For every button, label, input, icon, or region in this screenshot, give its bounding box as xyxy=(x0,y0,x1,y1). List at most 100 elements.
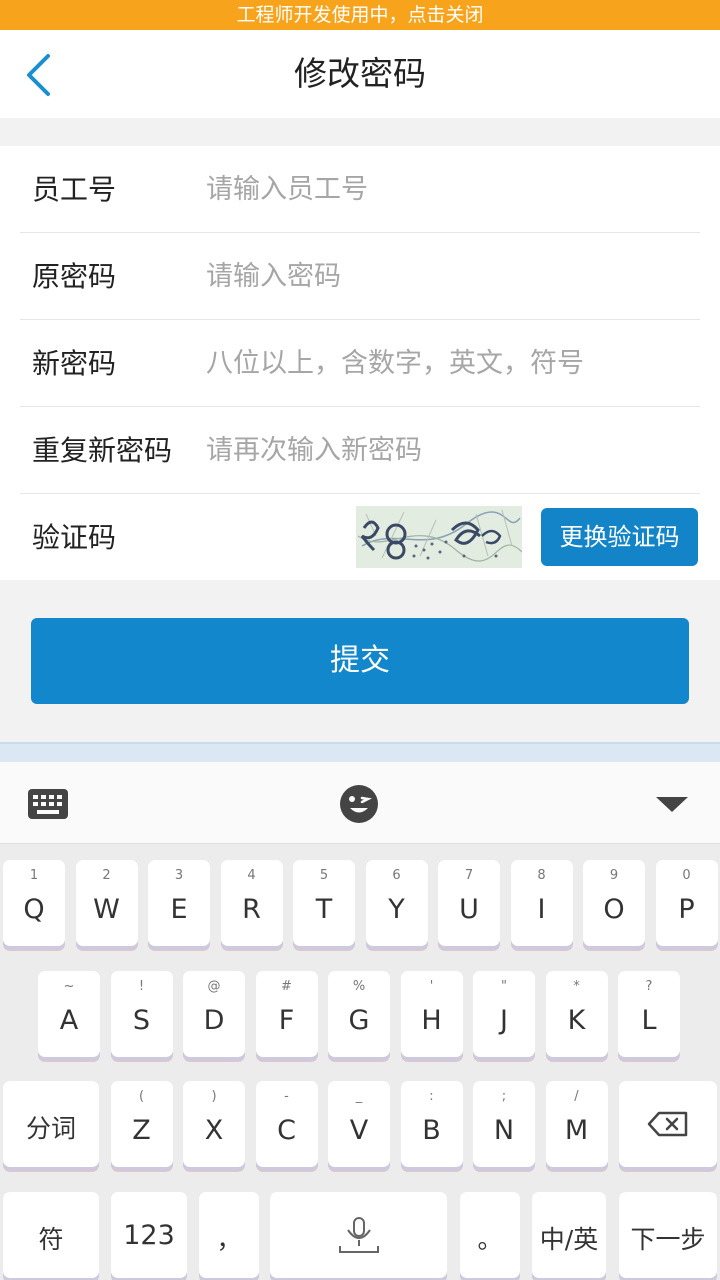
new-password-label: 新密码 xyxy=(32,347,117,380)
employee-id-input[interactable] xyxy=(206,164,700,214)
key-label: N xyxy=(493,1115,515,1146)
key-label: R xyxy=(242,894,261,925)
key-i[interactable]: 8I xyxy=(510,860,573,946)
key-l[interactable]: ? L xyxy=(618,971,680,1057)
key-label: K xyxy=(567,1005,586,1036)
key-label: Y xyxy=(388,894,405,925)
key-m[interactable]: / M xyxy=(545,1081,608,1167)
key-label: W xyxy=(93,894,120,925)
space-key[interactable] xyxy=(270,1192,447,1278)
captcha-label: 验证码 xyxy=(32,521,117,554)
backspace-key[interactable] xyxy=(619,1081,717,1167)
page-title: 修改密码 xyxy=(294,54,426,93)
language-switch-key[interactable]: 中/英 xyxy=(532,1192,606,1278)
key-hint: / xyxy=(574,1089,579,1104)
captcha-noise-graphic xyxy=(356,506,522,568)
segment-key[interactable]: 分词 xyxy=(3,1081,99,1167)
key-label: 符 xyxy=(38,1225,64,1254)
key-u[interactable]: 7U xyxy=(438,860,500,946)
dev-mode-banner[interactable]: 工程师开发使用中，点击关闭 xyxy=(0,0,720,30)
key-hint: 5 xyxy=(319,868,329,883)
chevron-left-icon xyxy=(27,54,50,96)
key-q[interactable]: 1Q xyxy=(3,860,65,946)
repeat-password-label: 重复新密码 xyxy=(32,434,173,467)
next-step-key[interactable]: 下一步 xyxy=(619,1192,717,1278)
key-v[interactable]: _ V xyxy=(328,1081,390,1167)
keyboard-icon[interactable] xyxy=(26,782,70,826)
new-password-row: 新密码 xyxy=(20,320,700,407)
key-z[interactable]: (Z xyxy=(110,1081,173,1167)
key-k[interactable]: * K xyxy=(545,971,608,1057)
key-label: D xyxy=(203,1005,225,1036)
repeat-password-input[interactable] xyxy=(206,425,700,475)
key-hint: ? xyxy=(645,979,653,994)
numbers-key[interactable]: 123 xyxy=(111,1192,187,1278)
old-password-row: 原密码 xyxy=(20,233,700,320)
old-password-input[interactable] xyxy=(206,251,700,301)
key-hint: 7 xyxy=(464,868,474,883)
key-n[interactable]: ; N xyxy=(473,1081,535,1167)
key-label: F xyxy=(278,1005,295,1036)
triangle-down-icon[interactable] xyxy=(650,782,694,826)
key-hint: " xyxy=(501,979,507,994)
title-bar: 修改密码 xyxy=(0,30,720,118)
new-password-input[interactable] xyxy=(206,338,700,388)
key-hint: 6 xyxy=(392,868,401,883)
submit-button[interactable]: 提交 xyxy=(31,618,689,704)
key-f[interactable]: # F xyxy=(255,971,318,1057)
key-hint: : xyxy=(429,1089,434,1104)
key-label: M xyxy=(564,1115,589,1146)
key-d[interactable]: @ D xyxy=(183,971,245,1057)
change-password-form: 员工号 原密码 新密码 重复新密码 验证码 xyxy=(0,146,720,580)
key-hint: ~ xyxy=(63,979,75,994)
key-c[interactable]: -C xyxy=(255,1081,318,1167)
old-password-label: 原密码 xyxy=(32,260,117,293)
key-b[interactable]: :B xyxy=(400,1081,463,1167)
key-r[interactable]: 4R xyxy=(220,860,283,946)
key-y[interactable]: 6Y xyxy=(365,860,428,946)
key-label: S xyxy=(132,1005,151,1036)
key-a[interactable]: ~ A xyxy=(38,971,100,1057)
back-button[interactable] xyxy=(14,50,64,100)
key-label: 中/英 xyxy=(539,1225,599,1254)
key-label: I xyxy=(537,894,546,925)
key-hint: - xyxy=(284,1089,289,1104)
key-label: Q xyxy=(23,894,45,925)
key-g[interactable]: % G xyxy=(328,971,390,1057)
key-p[interactable]: 0P xyxy=(655,860,718,946)
key-h[interactable]: ' H xyxy=(400,971,463,1057)
captcha-image[interactable] xyxy=(356,506,522,568)
key-hint: * xyxy=(573,979,580,994)
key-o[interactable]: 9O xyxy=(583,860,645,946)
refresh-captcha-button[interactable]: 更换验证码 xyxy=(541,508,698,566)
key-j[interactable]: " J xyxy=(473,971,535,1057)
repeat-password-row: 重复新密码 xyxy=(20,407,700,494)
comma-key[interactable]: ， xyxy=(199,1192,259,1278)
key-label: O xyxy=(603,894,625,925)
key-label: 123 xyxy=(123,1220,175,1251)
key-w[interactable]: 2W xyxy=(75,860,138,946)
microphone-icon xyxy=(339,1217,379,1253)
key-hint: ! xyxy=(138,979,145,994)
key-hint: 1 xyxy=(29,868,39,883)
key-hint: 0 xyxy=(682,868,691,883)
key-hint: 8 xyxy=(537,868,546,883)
key-label: 下一步 xyxy=(630,1225,706,1254)
key-hint: 3 xyxy=(174,868,184,883)
symbols-key[interactable]: 符 xyxy=(3,1192,99,1278)
soft-keyboard: 1 Q 2 W 3 E 4 R 5 T 6 Y 7 U 8 I 9 O 0 P ~ A! S @ D # F% G ' H " J * K? L 分词… xyxy=(0,844,720,1280)
keyboard-toolbar xyxy=(0,762,720,844)
backspace-icon xyxy=(647,1111,688,1137)
key-label: Z xyxy=(132,1115,151,1146)
key-t[interactable]: 5T xyxy=(293,860,355,946)
key-label: V xyxy=(349,1115,369,1146)
key-hint: ' xyxy=(429,979,434,994)
period-key[interactable]: 。 xyxy=(460,1192,520,1278)
key-label: L xyxy=(641,1005,657,1036)
key-x[interactable]: ) X xyxy=(183,1081,245,1167)
emoji-icon[interactable] xyxy=(337,782,381,826)
key-hint: 9 xyxy=(609,868,619,883)
key-s[interactable]: ! S xyxy=(110,971,173,1057)
key-e[interactable]: 3E xyxy=(148,860,210,946)
key-label: A xyxy=(59,1005,79,1036)
